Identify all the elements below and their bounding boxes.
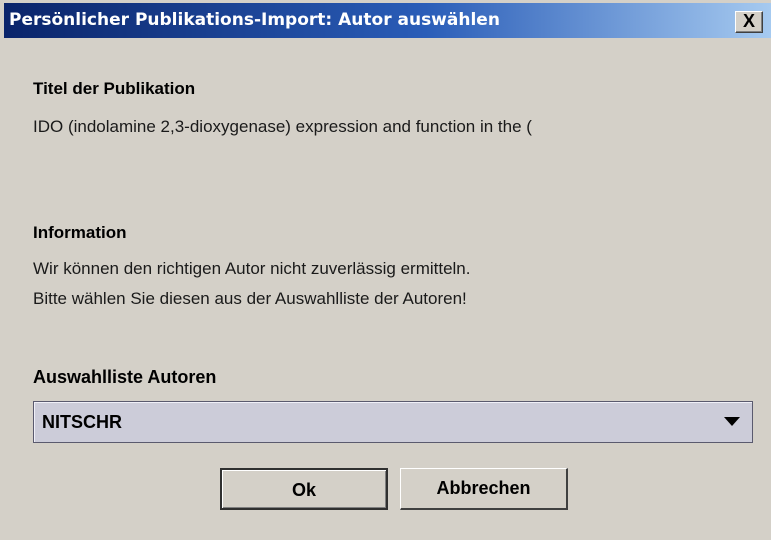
author-select[interactable]: NITSCHR [33,401,753,443]
information-heading: Information [33,223,127,242]
publication-title-value: IDO (indolamine 2,3-dioxygenase) express… [33,117,532,136]
ok-button[interactable]: Ok [220,468,388,510]
close-button[interactable]: X [735,11,763,33]
information-line-1: Wir können den richtigen Autor nicht zuv… [33,259,471,278]
author-select-value: NITSCHR [42,412,122,432]
chevron-down-icon[interactable] [724,417,740,426]
window-title: Persönlicher Publikations-Import: Autor … [9,10,500,30]
publication-title-heading: Titel der Publikation [33,79,196,98]
close-icon: X [742,11,755,31]
title-bar[interactable]: Persönlicher Publikations-Import: Autor … [4,3,771,38]
cancel-button[interactable]: Abbrechen [400,468,568,510]
author-list-heading: Auswahlliste Autoren [33,367,217,387]
information-line-2: Bitte wählen Sie diesen aus der Auswahll… [33,289,467,308]
dialog-window: Persönlicher Publikations-Import: Autor … [0,0,771,540]
